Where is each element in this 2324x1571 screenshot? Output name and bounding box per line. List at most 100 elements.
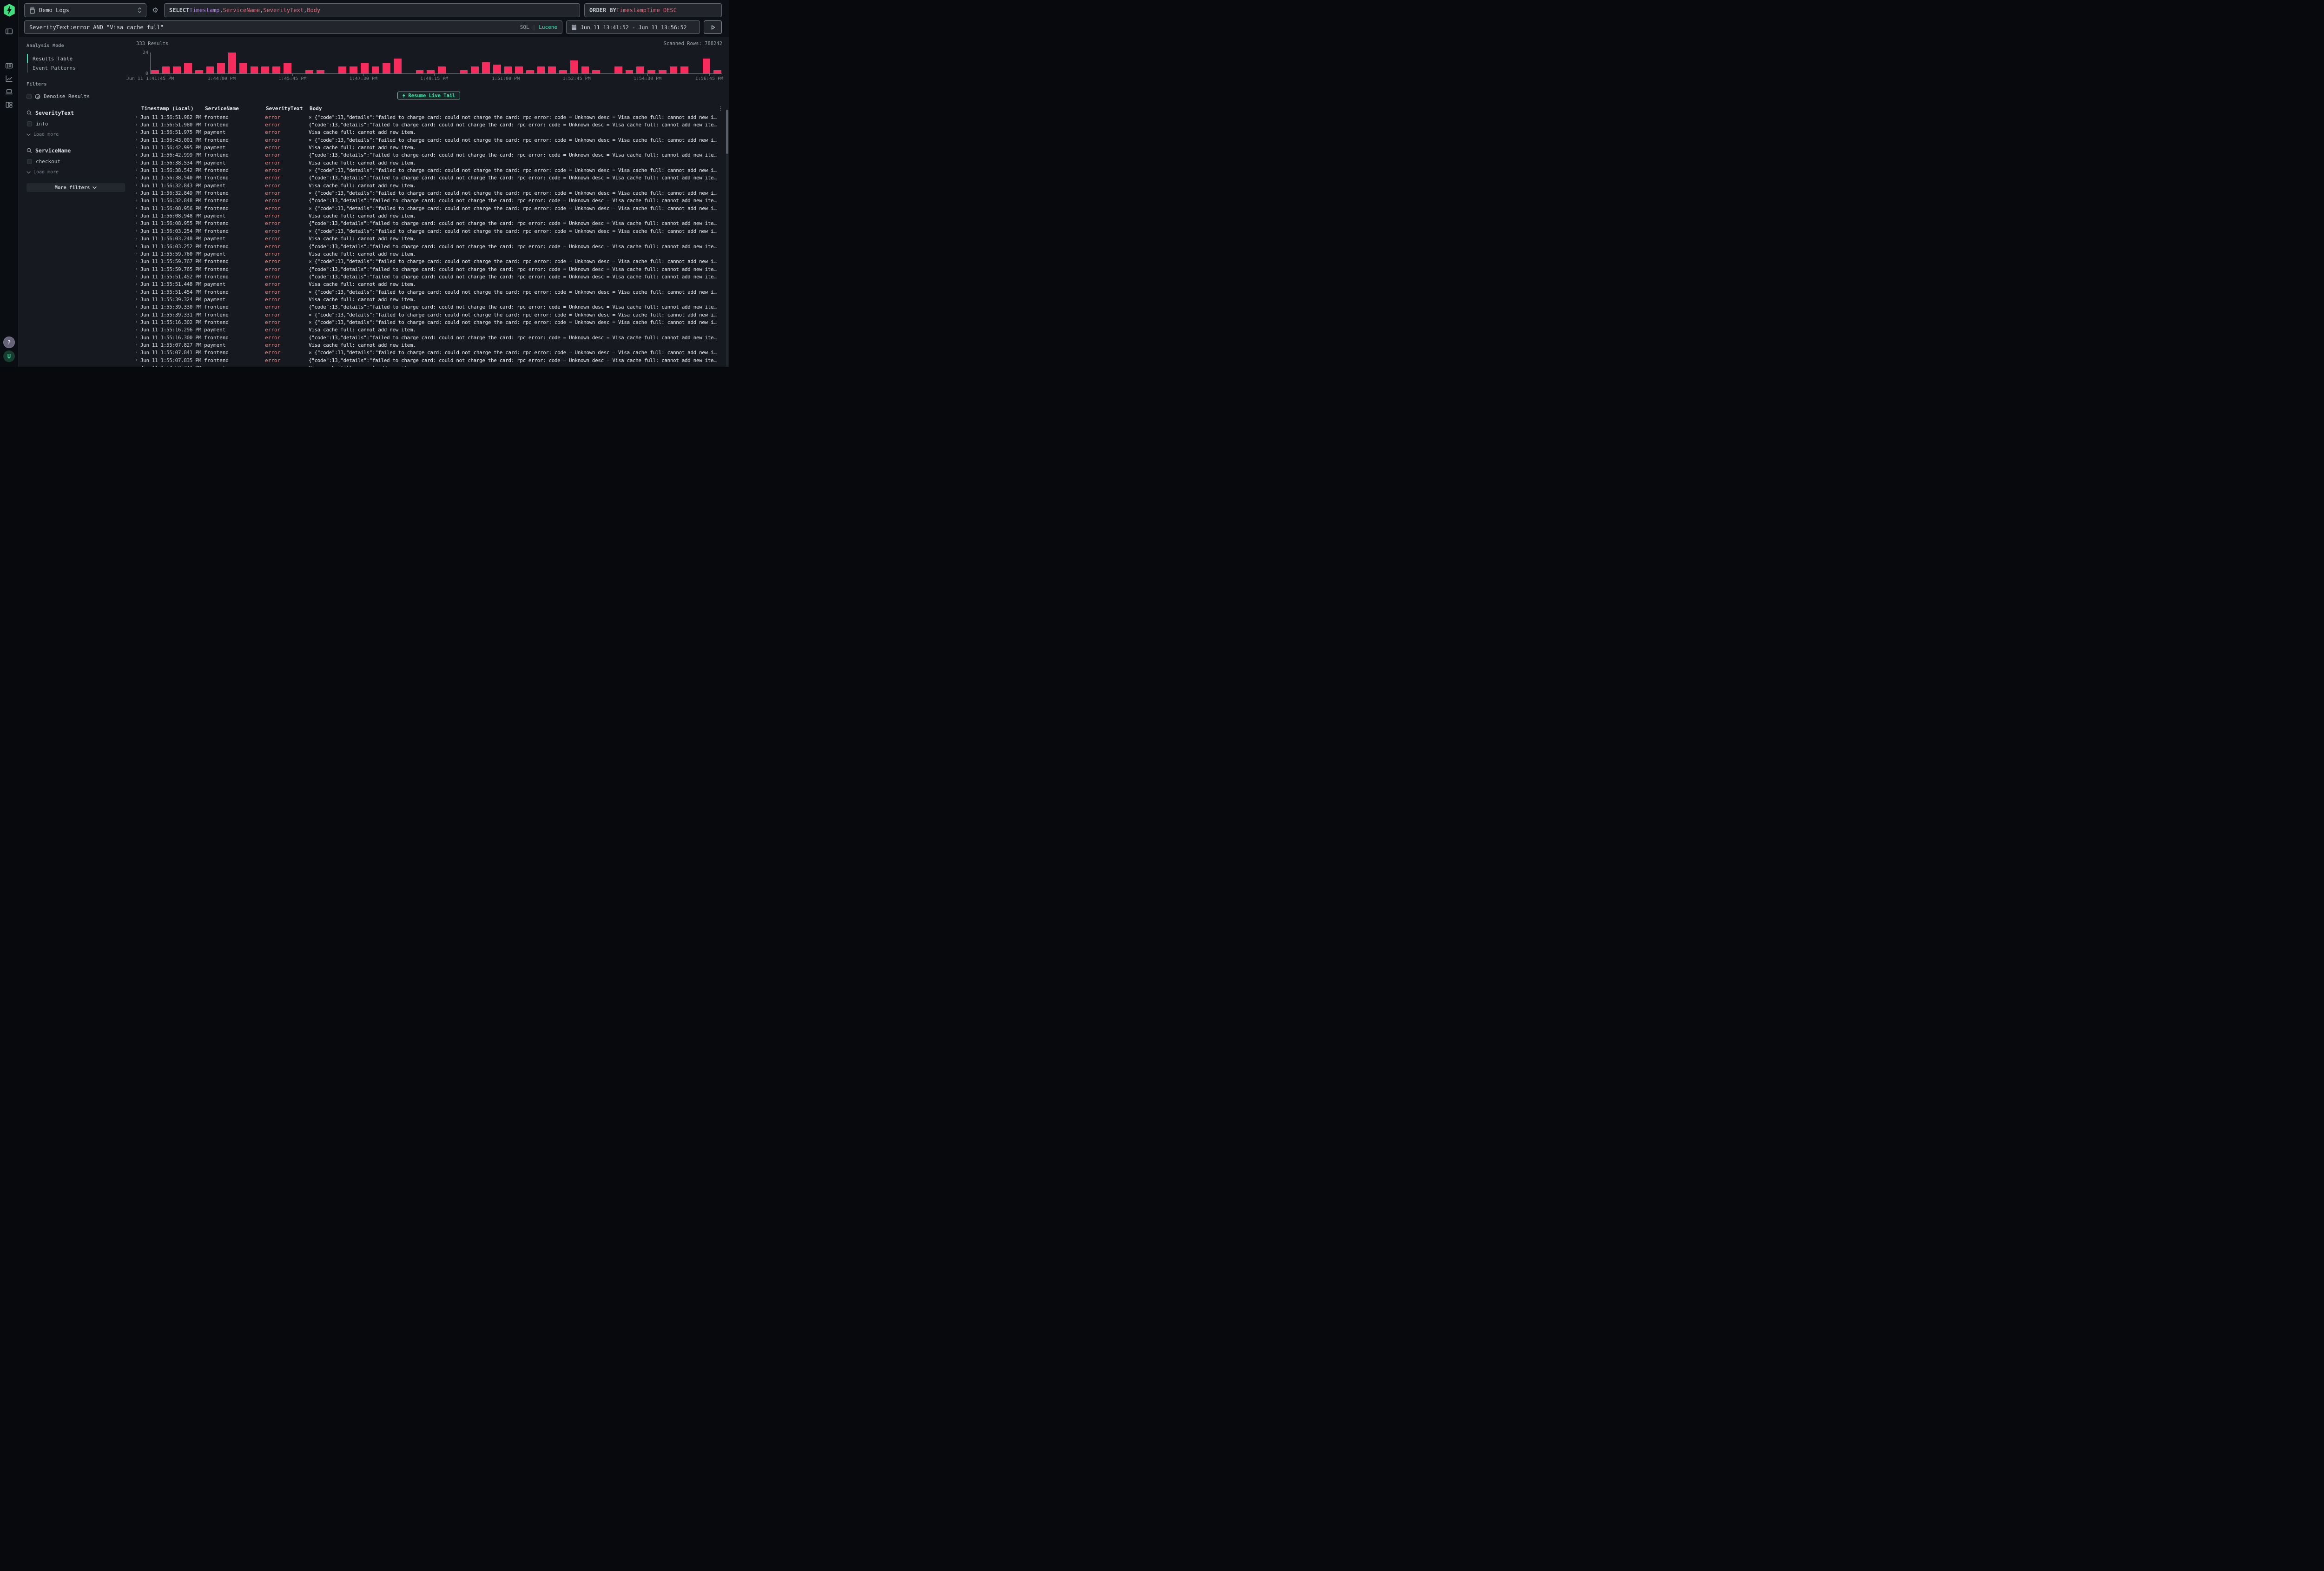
log-table-row[interactable]: ›Jun 11 1:55:39.330 PMfrontenderror{"cod… — [134, 304, 723, 311]
resume-live-tail-button[interactable]: Resume Live Tail — [397, 92, 460, 99]
search-query-input[interactable]: SeverityText:error AND "Visa cache full"… — [24, 20, 562, 34]
sidebar-toggle-icon[interactable] — [3, 25, 15, 37]
load-more-link[interactable]: Load more — [26, 170, 125, 175]
log-table-row[interactable]: ›Jun 11 1:56:32.848 PMfrontenderror{"cod… — [134, 197, 723, 205]
log-table-row[interactable]: ›Jun 11 1:56:38.534 PMpaymenterrorVisa c… — [134, 159, 723, 166]
row-expand-chevron-icon[interactable]: › — [134, 183, 140, 188]
row-expand-chevron-icon[interactable]: › — [134, 244, 140, 249]
log-table-row[interactable]: ›Jun 11 1:56:42.999 PMfrontenderror{"cod… — [134, 152, 723, 159]
row-expand-chevron-icon[interactable]: › — [134, 320, 140, 324]
log-table-row[interactable]: ›Jun 11 1:55:59.765 PMfrontenderror{"cod… — [134, 265, 723, 273]
log-table-row[interactable]: ›Jun 11 1:56:08.955 PMfrontenderror{"cod… — [134, 220, 723, 227]
log-table-row[interactable]: ›Jun 11 1:55:16.302 PMfrontenderror× {"c… — [134, 318, 723, 326]
row-expand-chevron-icon[interactable]: › — [134, 335, 140, 340]
row-expand-chevron-icon[interactable]: › — [134, 191, 140, 196]
row-expand-chevron-icon[interactable]: › — [134, 145, 140, 150]
log-table-row[interactable]: ›Jun 11 1:55:07.835 PMfrontenderror{"cod… — [134, 356, 723, 364]
source-settings-gear-icon[interactable]: ⚙ — [151, 6, 160, 14]
lucene-mode-toggle[interactable]: Lucene — [539, 24, 557, 30]
row-expand-chevron-icon[interactable]: › — [134, 350, 140, 355]
log-table-row[interactable]: ›Jun 11 1:56:32.849 PMfrontenderror× {"c… — [134, 189, 723, 197]
row-expand-chevron-icon[interactable]: › — [134, 115, 140, 119]
row-expand-chevron-icon[interactable]: › — [134, 229, 140, 233]
row-expand-chevron-icon[interactable]: › — [134, 259, 140, 264]
scrollbar-thumb[interactable] — [726, 110, 728, 154]
log-table-row[interactable]: ›Jun 11 1:56:51.980 PMfrontenderror{"cod… — [134, 121, 723, 128]
log-table-row[interactable]: ›Jun 11 1:55:51.448 PMpaymenterrorVisa c… — [134, 281, 723, 288]
log-table-row[interactable]: ›Jun 11 1:56:51.982 PMfrontenderror× {"c… — [134, 113, 723, 121]
analysis-mode-results-table[interactable]: Results Table — [27, 54, 125, 63]
log-table-row[interactable]: ›Jun 11 1:55:07.841 PMfrontenderror× {"c… — [134, 349, 723, 356]
filter-checkbox-info[interactable] — [27, 121, 32, 126]
denoise-checkbox[interactable] — [26, 94, 32, 99]
analysis-mode-event-patterns[interactable]: Event Patterns — [27, 63, 125, 73]
log-table-row[interactable]: ›Jun 11 1:56:03.254 PMfrontenderror× {"c… — [134, 227, 723, 235]
sql-mode-toggle[interactable]: SQL — [520, 24, 529, 30]
row-expand-chevron-icon[interactable]: › — [134, 168, 140, 173]
row-expand-chevron-icon[interactable]: › — [134, 297, 140, 302]
row-expand-chevron-icon[interactable]: › — [134, 274, 140, 279]
row-expand-chevron-icon[interactable]: › — [134, 123, 140, 127]
log-table-row[interactable]: ›Jun 11 1:56:42.995 PMpaymenterrorVisa c… — [134, 144, 723, 151]
row-expand-chevron-icon[interactable]: › — [134, 251, 140, 256]
row-expand-chevron-icon[interactable]: › — [134, 221, 140, 226]
row-expand-chevron-icon[interactable]: › — [134, 282, 140, 287]
log-table-row[interactable]: ›Jun 11 1:56:38.542 PMfrontenderror× {"c… — [134, 166, 723, 174]
log-table-row[interactable]: ›Jun 11 1:55:39.331 PMfrontenderror× {"c… — [134, 311, 723, 318]
col-header-body[interactable]: Body — [309, 106, 717, 112]
filter-option-label[interactable]: checkout — [36, 158, 60, 165]
results-histogram[interactable]: 24 0 Jun 11 1:41:45 PM1:44:00 PM1:45:45 … — [134, 52, 723, 81]
more-filters-button[interactable]: More filters — [26, 183, 125, 192]
row-expand-chevron-icon[interactable]: › — [134, 153, 140, 158]
time-range-picker[interactable]: Jun 11 13:41:52 - Jun 11 13:56:52 — [566, 20, 700, 34]
log-table-row[interactable]: ›Jun 11 1:54:52.241 PMpaymenterrorVisa c… — [134, 364, 723, 367]
log-table-row[interactable]: ›Jun 11 1:55:59.760 PMpaymenterrorVisa c… — [134, 250, 723, 257]
client-sessions-icon[interactable] — [3, 86, 15, 98]
log-table-row[interactable]: ›Jun 11 1:55:16.296 PMpaymenterrorVisa c… — [134, 326, 723, 334]
row-expand-chevron-icon[interactable]: › — [134, 214, 140, 218]
log-table-row[interactable]: ›Jun 11 1:56:03.252 PMfrontenderror{"cod… — [134, 243, 723, 250]
row-expand-chevron-icon[interactable]: › — [134, 198, 140, 203]
row-expand-chevron-icon[interactable]: › — [134, 312, 140, 317]
row-expand-chevron-icon[interactable]: › — [134, 305, 140, 310]
row-expand-chevron-icon[interactable]: › — [134, 206, 140, 211]
filter-checkbox-checkout[interactable] — [27, 159, 32, 164]
log-table-row[interactable]: ›Jun 11 1:56:03.248 PMpaymenterrorVisa c… — [134, 235, 723, 243]
log-table-row[interactable]: ›Jun 11 1:56:08.948 PMpaymenterrorVisa c… — [134, 212, 723, 219]
user-avatar[interactable]: U — [3, 350, 15, 362]
log-table-row[interactable]: ›Jun 11 1:55:59.767 PMfrontenderror× {"c… — [134, 258, 723, 265]
help-button[interactable]: ? — [3, 337, 15, 348]
row-expand-chevron-icon[interactable]: › — [134, 328, 140, 332]
dashboards-icon[interactable] — [3, 99, 15, 111]
hyperdx-logo-icon[interactable] — [4, 4, 15, 17]
row-expand-chevron-icon[interactable]: › — [134, 366, 140, 367]
log-table-row[interactable]: ›Jun 11 1:56:32.843 PMpaymenterrorVisa c… — [134, 182, 723, 189]
chart-icon[interactable] — [3, 73, 15, 85]
col-header-timestamp[interactable]: Timestamp (Local) — [140, 106, 204, 112]
row-expand-chevron-icon[interactable]: › — [134, 267, 140, 271]
row-expand-chevron-icon[interactable]: › — [134, 160, 140, 165]
row-expand-chevron-icon[interactable]: › — [134, 290, 140, 294]
column-settings-icon[interactable]: ⋮ — [717, 106, 723, 112]
row-expand-chevron-icon[interactable]: › — [134, 138, 140, 142]
log-table-row[interactable]: ›Jun 11 1:56:51.975 PMpaymenterrorVisa c… — [134, 129, 723, 136]
results-scrollbar[interactable] — [726, 110, 728, 367]
log-table-row[interactable]: ›Jun 11 1:55:07.827 PMpaymenterrorVisa c… — [134, 341, 723, 349]
log-table-row[interactable]: ›Jun 11 1:56:08.956 PMfrontenderror× {"c… — [134, 205, 723, 212]
row-expand-chevron-icon[interactable]: › — [134, 237, 140, 241]
run-query-button[interactable] — [704, 20, 722, 34]
log-table-row[interactable]: ›Jun 11 1:56:43.001 PMfrontenderror× {"c… — [134, 136, 723, 144]
filter-option-label[interactable]: info — [36, 121, 48, 127]
row-expand-chevron-icon[interactable]: › — [134, 358, 140, 363]
search-logs-icon[interactable] — [3, 59, 15, 72]
log-table-row[interactable]: ›Jun 11 1:55:51.454 PMfrontenderror× {"c… — [134, 288, 723, 296]
source-select[interactable]: Demo Logs — [24, 3, 146, 17]
col-header-servicename[interactable]: ServiceName — [204, 106, 265, 112]
row-expand-chevron-icon[interactable]: › — [134, 130, 140, 135]
log-table-row[interactable]: ›Jun 11 1:55:51.452 PMfrontenderror{"cod… — [134, 273, 723, 280]
load-more-link[interactable]: Load more — [26, 132, 125, 137]
log-table-row[interactable]: ›Jun 11 1:56:38.540 PMfrontenderror{"cod… — [134, 174, 723, 182]
order-by-input[interactable]: ORDER BY TimestampTime DESC — [584, 3, 722, 17]
col-header-severitytext[interactable]: SeverityText — [265, 106, 309, 112]
row-expand-chevron-icon[interactable]: › — [134, 176, 140, 180]
